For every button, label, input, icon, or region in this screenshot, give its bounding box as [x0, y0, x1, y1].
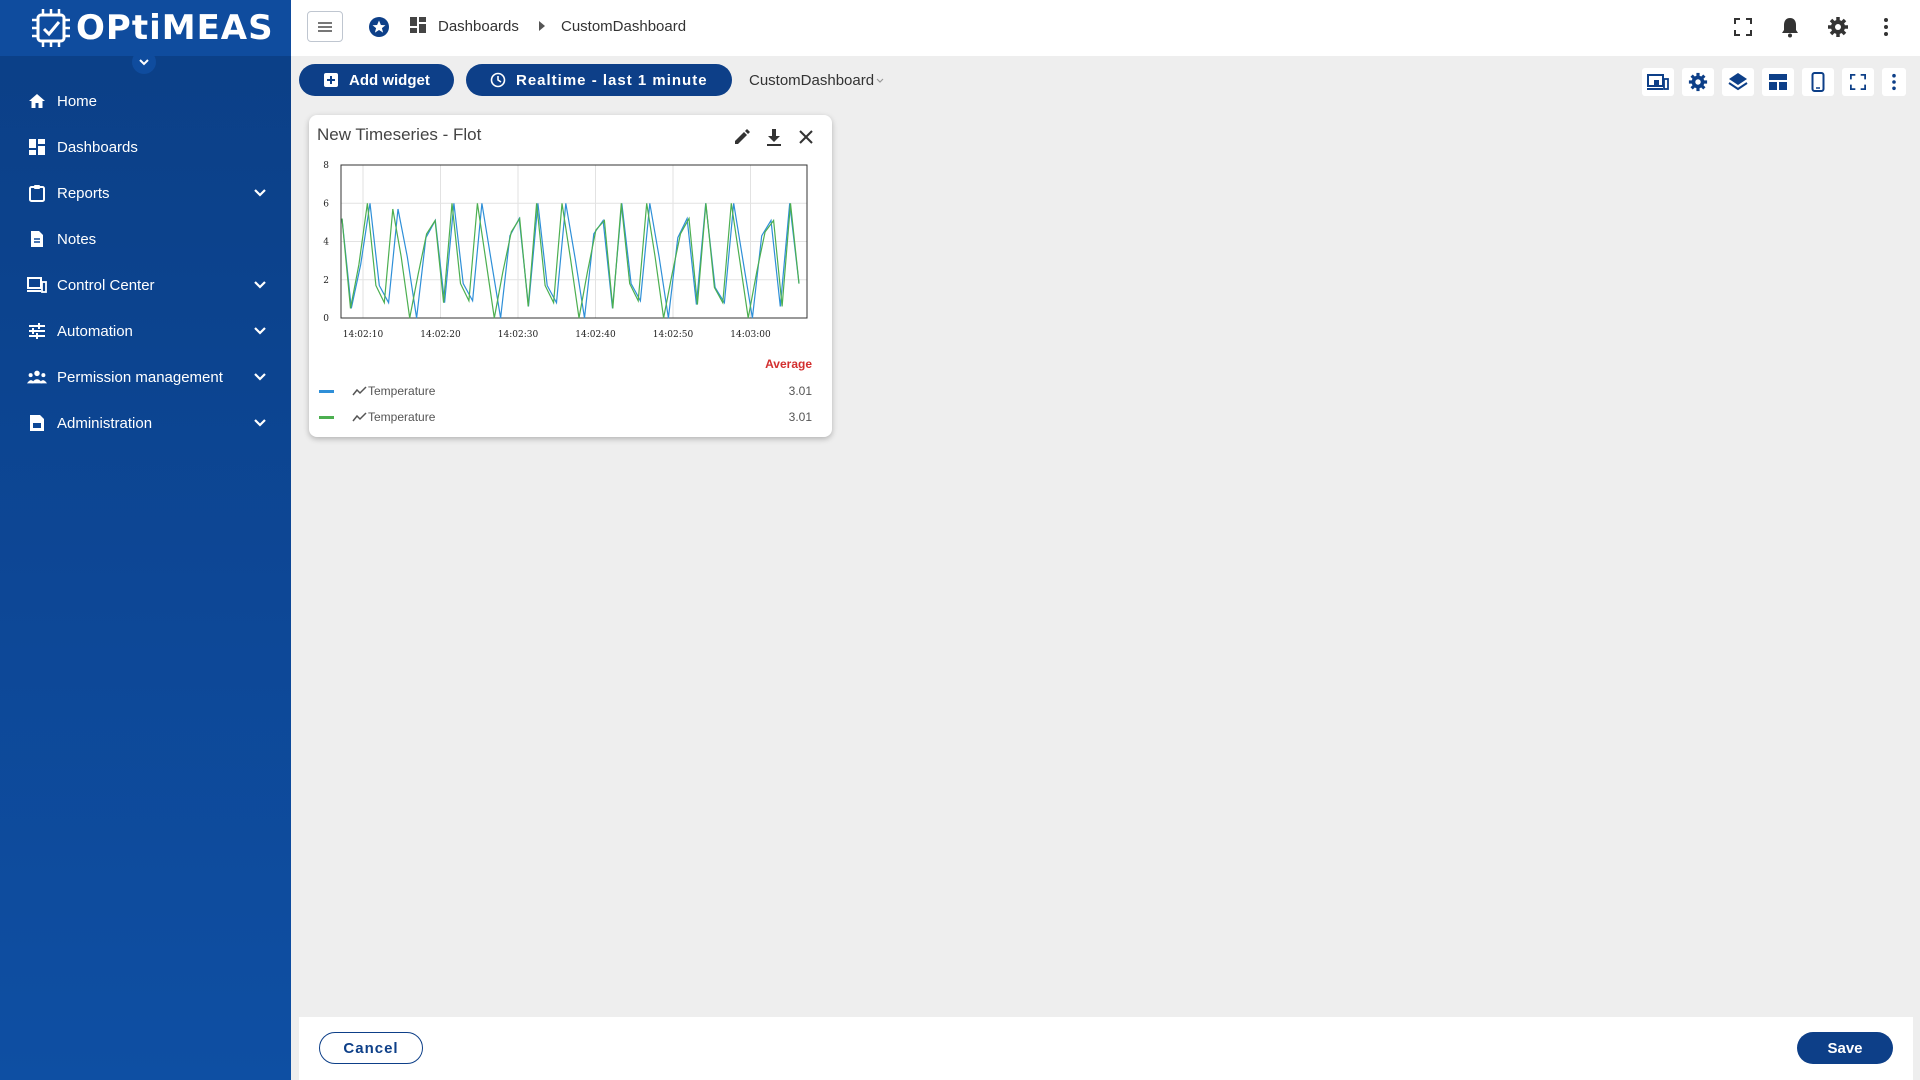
- sidebar-item-reports[interactable]: Reports: [0, 170, 291, 216]
- layout-icon[interactable]: [1762, 68, 1794, 96]
- edit-actions-bar: Cancel Save: [299, 1017, 1913, 1080]
- dashboard-icon: [27, 137, 47, 157]
- sidebar-item-permission-management[interactable]: Permission management: [0, 354, 291, 400]
- edit-pencil-icon[interactable]: [730, 125, 754, 149]
- x-tick-label: 14:03:00: [730, 330, 771, 340]
- dashboard-select-value: CustomDashboard: [749, 72, 875, 89]
- sidebar-item-administration[interactable]: Administration: [0, 400, 291, 446]
- sidebar-item-label: Reports: [57, 184, 110, 202]
- realtime-timewindow-button[interactable]: Realtime - last 1 minute: [466, 64, 732, 96]
- people-icon: [27, 367, 47, 387]
- dashboard-icon: [409, 16, 429, 36]
- sidebar-item-label: Control Center: [57, 276, 155, 294]
- close-icon[interactable]: [794, 125, 818, 149]
- fullscreen-icon[interactable]: [1842, 68, 1874, 96]
- legend-label: Temperature: [368, 384, 436, 398]
- series-line-2: [341, 203, 800, 319]
- note-icon: [27, 229, 47, 249]
- sidebar-item-label: Notes: [57, 230, 97, 248]
- timeseries-chart[interactable]: 0 2 4 6 8 14:02:10 14:02:20 14:02:30 14:02:40 14:…: [309, 153, 832, 353]
- y-tick-label: 2: [323, 276, 329, 286]
- sidebar-item-notes[interactable]: Notes: [0, 216, 291, 262]
- admin-doc-icon: [27, 413, 47, 433]
- legend-average-value: 3.01: [788, 384, 812, 398]
- favorite-star-icon[interactable]: [368, 16, 390, 38]
- sidebar-item-home[interactable]: Home: [0, 78, 291, 124]
- legend-header-average: Average: [765, 357, 812, 371]
- clipboard-icon: [27, 183, 47, 203]
- cancel-button[interactable]: Cancel: [319, 1032, 423, 1064]
- devices-icon: [27, 275, 47, 295]
- realtime-label: Realtime - last 1 minute: [516, 71, 708, 89]
- sidebar: OPtiMEAS Home Dashboards Reports Notes C…: [0, 0, 291, 1080]
- dashboard-settings-gear-icon[interactable]: [1682, 68, 1714, 96]
- sidebar-item-control-center[interactable]: Control Center: [0, 262, 291, 308]
- mobile-view-icon[interactable]: [1802, 68, 1834, 96]
- sidebar-item-label: Permission management: [57, 368, 223, 386]
- chevron-down-icon: [876, 78, 884, 83]
- device-layout-icon[interactable]: [1642, 68, 1674, 96]
- sidebar-item-label: Automation: [57, 322, 133, 340]
- x-tick-label: 14:02:10: [343, 330, 384, 340]
- fullscreen-icon[interactable]: [1731, 15, 1755, 39]
- sidebar-item-label: Administration: [57, 414, 153, 432]
- hamburger-icon: [318, 21, 332, 32]
- y-tick-label: 8: [323, 161, 329, 171]
- sidebar-item-label: Dashboards: [57, 138, 138, 156]
- add-widget-button[interactable]: Add widget: [299, 64, 454, 96]
- caret-right-icon: [539, 21, 545, 31]
- logo-text: OPtiMEAS: [76, 8, 274, 48]
- logo-bar: OPtiMEAS: [0, 0, 291, 56]
- chevron-down-icon[interactable]: [251, 276, 269, 294]
- timeseries-icon: [352, 412, 367, 422]
- menu-toggle-button[interactable]: [307, 11, 343, 42]
- legend-color-swatch: [319, 415, 334, 419]
- y-tick-label: 0: [323, 314, 329, 324]
- dashboard-state-select[interactable]: CustomDashboard: [749, 72, 885, 89]
- legend-row[interactable]: Temperature 3.01: [319, 381, 822, 401]
- sidebar-item-automation[interactable]: Automation: [0, 308, 291, 354]
- clock-icon: [490, 72, 506, 88]
- add-widget-label: Add widget: [349, 71, 430, 89]
- dashboard-toolbar: Add widget Realtime - last 1 minute Cust…: [291, 56, 1920, 104]
- sidebar-item-dashboards[interactable]: Dashboards: [0, 124, 291, 170]
- more-vert-icon[interactable]: [1874, 15, 1898, 39]
- x-tick-label: 14:02:40: [575, 330, 616, 340]
- y-tick-label: 4: [323, 238, 329, 248]
- x-tick-label: 14:02:20: [420, 330, 461, 340]
- add-box-icon: [323, 72, 339, 88]
- sliders-icon: [27, 321, 47, 341]
- breadcrumb-current: CustomDashboard: [561, 18, 687, 35]
- legend-color-swatch: [319, 389, 334, 393]
- sidebar-item-label: Home: [57, 92, 98, 110]
- layers-icon[interactable]: [1722, 68, 1754, 96]
- chevron-down-icon[interactable]: [251, 368, 269, 386]
- save-button[interactable]: Save: [1797, 1032, 1893, 1064]
- more-vert-icon[interactable]: [1882, 68, 1906, 96]
- legend-label: Temperature: [368, 410, 436, 424]
- legend-row[interactable]: Temperature 3.01: [319, 407, 822, 427]
- top-header: Dashboards CustomDashboard: [291, 0, 1920, 56]
- chevron-down-icon: [139, 59, 149, 66]
- home-icon: [27, 91, 47, 111]
- legend-average-value: 3.01: [788, 410, 812, 424]
- chip-logo-icon: [30, 7, 72, 49]
- download-icon[interactable]: [762, 125, 786, 149]
- x-tick-label: 14:02:30: [498, 330, 539, 340]
- notification-bell-icon[interactable]: [1778, 15, 1802, 39]
- chevron-down-icon[interactable]: [251, 184, 269, 202]
- breadcrumb-dashboards[interactable]: Dashboards: [438, 18, 519, 35]
- sidebar-collapse-toggle[interactable]: [132, 50, 156, 74]
- settings-gear-icon[interactable]: [1826, 15, 1850, 39]
- x-tick-label: 14:02:50: [653, 330, 694, 340]
- widget-title: New Timeseries - Flot: [317, 125, 482, 144]
- sidebar-nav: Home Dashboards Reports Notes Control Ce…: [0, 78, 291, 446]
- timeseries-widget[interactable]: New Timeseries - Flot 0 2 4 6 8 14:02:10 14:02…: [309, 115, 832, 437]
- timeseries-icon: [352, 386, 367, 396]
- chevron-down-icon[interactable]: [251, 322, 269, 340]
- chevron-down-icon[interactable]: [251, 414, 269, 432]
- y-tick-label: 6: [323, 199, 329, 209]
